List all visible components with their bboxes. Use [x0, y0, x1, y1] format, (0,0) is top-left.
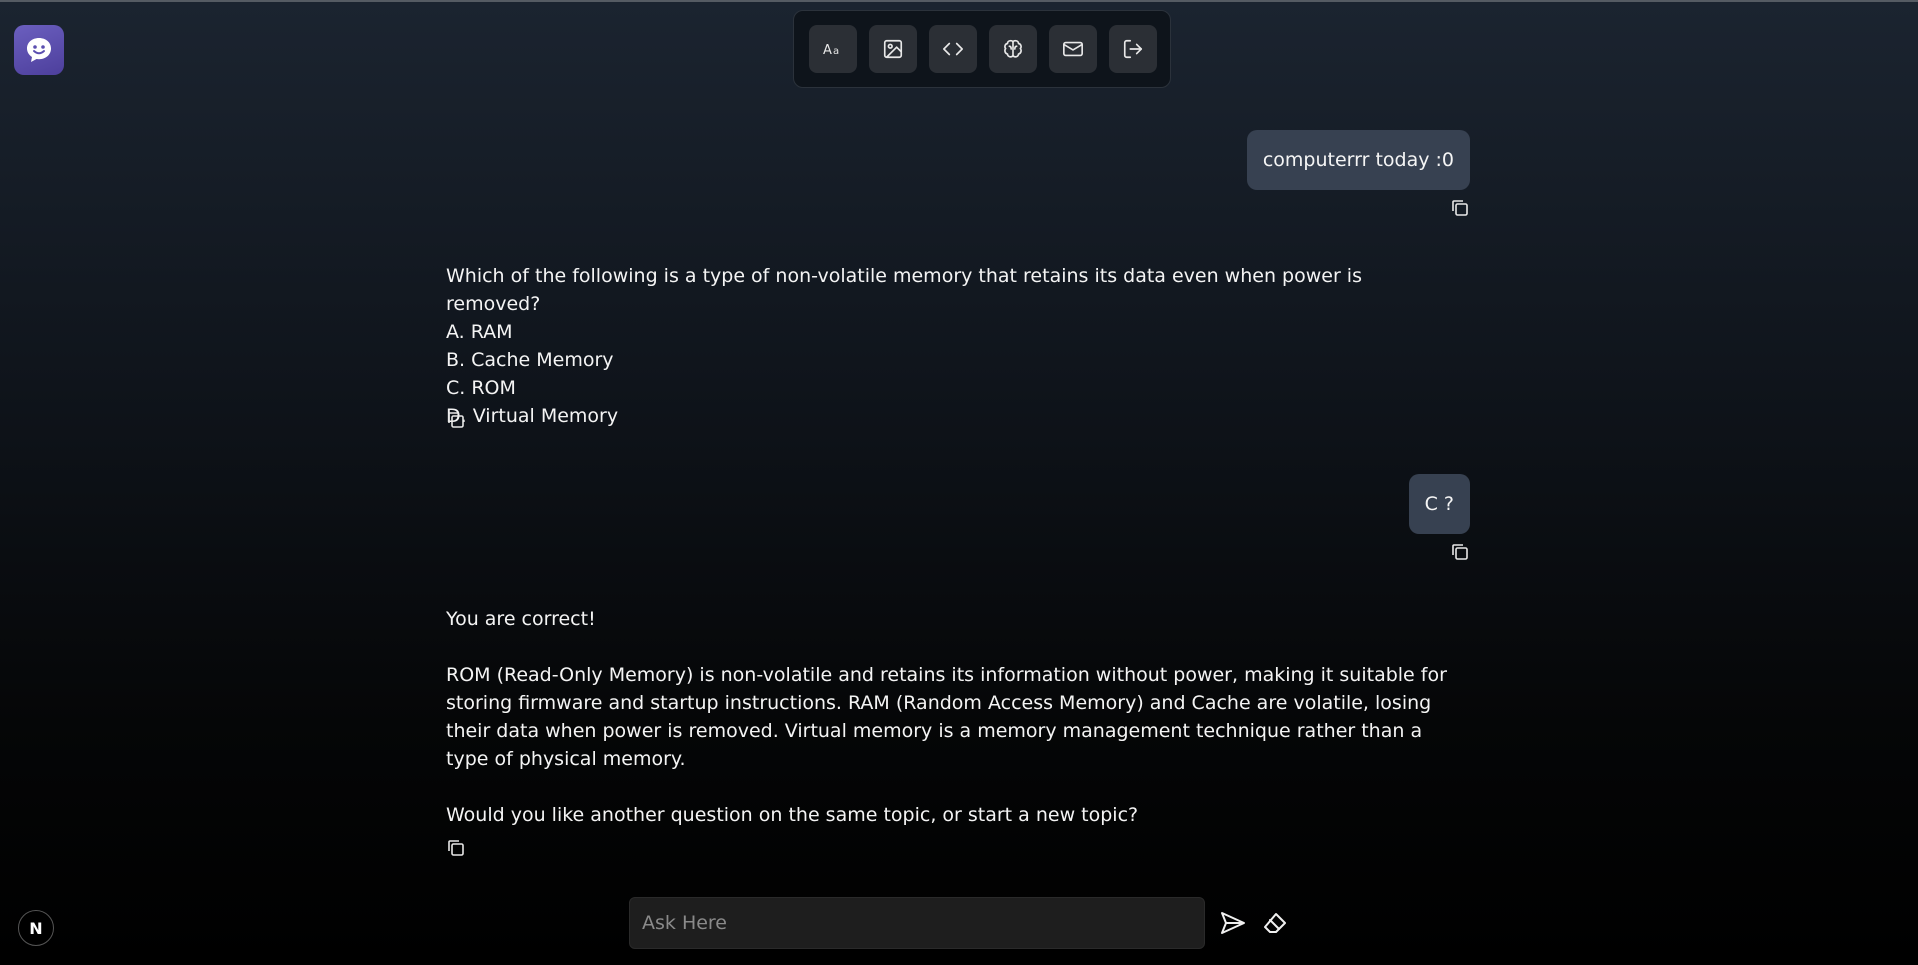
mail-icon — [1063, 41, 1083, 57]
code-button[interactable] — [929, 25, 977, 73]
send-icon — [1221, 912, 1245, 934]
option-d: D. Virtual Memory — [446, 405, 619, 427]
ask-input-container — [629, 897, 1205, 949]
code-icon — [943, 42, 963, 56]
framework-badge[interactable]: N — [18, 910, 54, 946]
copy-icon — [448, 840, 464, 856]
option-c: C. ROM — [446, 377, 516, 399]
app-logo[interactable] — [14, 25, 64, 75]
eraser-icon — [1264, 913, 1286, 933]
option-a: A. RAM — [446, 321, 513, 343]
svg-text:a: a — [833, 46, 839, 57]
option-b: B. Cache Memory — [446, 349, 614, 371]
brain-button[interactable] — [989, 25, 1037, 73]
top-toolbar: A a — [793, 10, 1171, 88]
user-message: C ? — [1408, 474, 1470, 534]
copy-button[interactable] — [1450, 198, 1470, 218]
assistant-message: You are correct! ROM (Read-Only Memory) … — [446, 605, 1456, 829]
user-message: computerrr today :0 — [1246, 130, 1470, 190]
user-message-text: computerrr today :0 — [1262, 149, 1454, 171]
question-text: Which of the following is a type of non-… — [446, 265, 1362, 315]
assistant-message: Which of the following is a type of non-… — [446, 262, 1456, 430]
top-border — [0, 0, 1918, 2]
text-format-button[interactable]: A a — [809, 25, 857, 73]
answer-explanation: ROM (Read-Only Memory) is non-volatile a… — [446, 664, 1447, 770]
answer-feedback: You are correct! — [446, 608, 596, 630]
clear-button[interactable] — [1262, 911, 1290, 937]
brain-icon — [1004, 39, 1022, 58]
svg-text:A: A — [823, 43, 832, 58]
copy-icon — [1452, 544, 1468, 560]
badge-letter: N — [29, 918, 43, 938]
copy-icon — [1452, 200, 1468, 216]
copy-icon — [448, 412, 464, 428]
chat-bubble-icon — [27, 38, 51, 62]
logout-icon — [1123, 39, 1143, 59]
image-icon — [883, 39, 903, 59]
send-button[interactable] — [1220, 911, 1248, 937]
follow-up-question: Would you like another question on the s… — [446, 804, 1139, 826]
image-button[interactable] — [869, 25, 917, 73]
user-message-text: C ? — [1424, 493, 1454, 515]
mail-button[interactable] — [1049, 25, 1097, 73]
copy-button[interactable] — [1450, 542, 1470, 562]
logout-button[interactable] — [1109, 25, 1157, 73]
ask-input[interactable] — [630, 898, 1204, 948]
copy-button[interactable] — [446, 410, 466, 430]
copy-button[interactable] — [446, 838, 466, 858]
text-format-icon: A a — [823, 43, 839, 58]
